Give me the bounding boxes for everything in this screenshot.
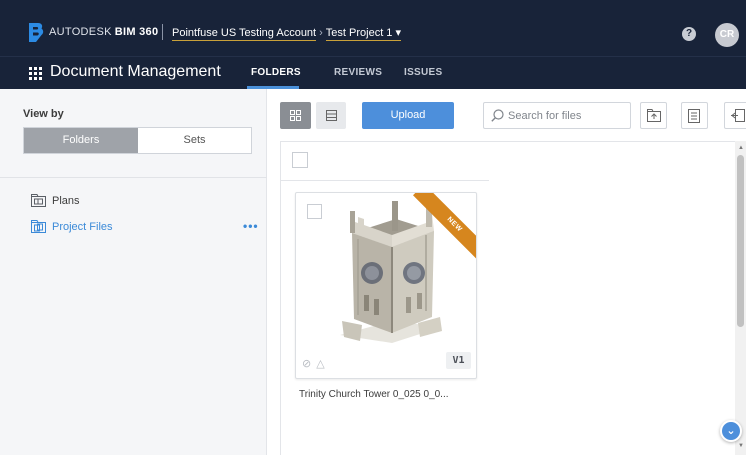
- tab-reviews[interactable]: REVIEWS: [334, 67, 382, 78]
- folders-toggle-button[interactable]: Folders: [24, 128, 138, 153]
- new-badge: NEW: [396, 193, 476, 273]
- brand-name: AUTODESK BIM 360: [49, 26, 158, 38]
- tree-item-label: Project Files: [52, 221, 113, 233]
- help-icon[interactable]: ?: [682, 27, 696, 41]
- folder-import-icon: [647, 109, 661, 122]
- file-card[interactable]: NEW ⊘ △ V1: [295, 192, 477, 379]
- review-status-icon: ⊘: [302, 358, 312, 370]
- search-box: [483, 102, 631, 129]
- project-label: Test Project 1: [325, 27, 393, 39]
- more-options-icon[interactable]: •••: [243, 219, 259, 233]
- tree-item-label: Plans: [52, 195, 80, 207]
- header-divider: [281, 180, 489, 181]
- file-toolbar: Upload: [268, 89, 746, 141]
- plans-folder-icon: [31, 194, 46, 207]
- sets-toggle-button[interactable]: Sets: [138, 128, 251, 153]
- caret-down-icon: ▾: [395, 27, 402, 39]
- content-scrollbar[interactable]: ▲ ▼: [735, 141, 746, 455]
- new-folder-button[interactable]: [640, 102, 667, 129]
- view-by-label: View by: [23, 108, 64, 120]
- select-all-checkbox[interactable]: [292, 152, 308, 168]
- brand-divider: [162, 24, 163, 40]
- file-select-checkbox[interactable]: [307, 204, 322, 219]
- account-project-selector[interactable]: Pointfuse US Testing Account › Test Projec…: [172, 26, 402, 41]
- scroll-thumb[interactable]: [737, 155, 744, 327]
- document-button[interactable]: [681, 102, 708, 129]
- grid-view-icon: [290, 110, 301, 121]
- project-name[interactable]: Test Project 1 ▾: [325, 27, 402, 41]
- breadcrumb-separator: ›: [319, 27, 323, 39]
- version-badge[interactable]: V1: [446, 352, 471, 369]
- upload-button[interactable]: Upload: [362, 102, 454, 129]
- panel-divider: [0, 177, 267, 178]
- user-avatar[interactable]: CR: [715, 23, 739, 47]
- scroll-down-icon[interactable]: ▼: [738, 443, 744, 449]
- module-title: Document Management: [50, 63, 221, 80]
- view-by-toggle: Folders Sets: [23, 127, 252, 154]
- grid-view-button[interactable]: [280, 102, 311, 129]
- tab-folders[interactable]: FOLDERS: [251, 67, 301, 78]
- tab-issues[interactable]: ISSUES: [404, 67, 442, 78]
- search-icon: [491, 109, 504, 122]
- scroll-up-icon[interactable]: ▲: [738, 145, 744, 151]
- bim360-logo-icon: [29, 23, 44, 42]
- list-view-button[interactable]: [316, 102, 346, 129]
- brand-prefix: AUTODESK: [49, 26, 112, 38]
- brand-product: BIM 360: [114, 26, 159, 38]
- search-input[interactable]: [508, 109, 626, 123]
- warning-icon: △: [316, 358, 325, 370]
- file-name[interactable]: Trinity Church Tower 0_025 0_0...: [299, 389, 449, 400]
- export-button[interactable]: [724, 102, 746, 129]
- file-grid-area: NEW ⊘ △ V1 Trinity Church Tower 0_025 0_0…: [280, 141, 746, 455]
- project-files-folder-icon: [31, 220, 46, 233]
- module-bar: Document Management FOLDERS REVIEWS ISSU…: [0, 56, 746, 89]
- help-chat-icon[interactable]: ⌄: [720, 420, 742, 442]
- document-icon: [688, 109, 700, 123]
- account-name[interactable]: Pointfuse US Testing Account: [172, 27, 317, 41]
- file-status-icons: ⊘ △: [302, 357, 330, 370]
- list-view-icon: [326, 110, 337, 121]
- top-bar: AUTODESK BIM 360 Pointfuse US Testing Acc…: [0, 0, 746, 56]
- app-switcher-icon[interactable]: [29, 67, 42, 80]
- export-icon: [731, 109, 745, 122]
- new-badge-label: NEW: [412, 193, 476, 267]
- left-panel: View by Folders Sets Plans Project Files…: [0, 89, 267, 455]
